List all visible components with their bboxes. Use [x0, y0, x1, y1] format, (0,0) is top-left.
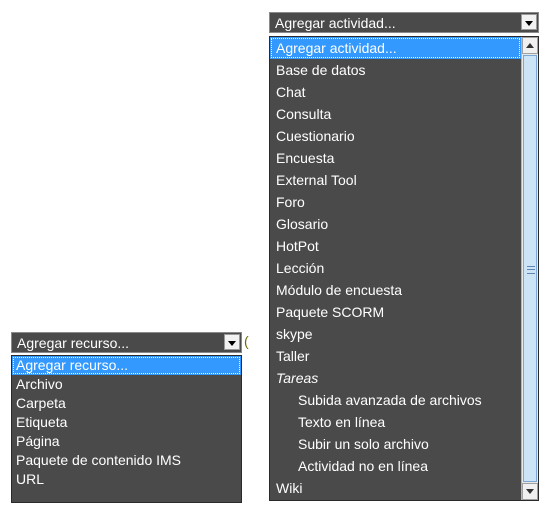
resource-dropdown-list[interactable]: Agregar recurso... Archivo Carpeta Etiqueta… [11, 355, 242, 503]
activity-select[interactable]: Agregar actividad... [269, 12, 539, 33]
activity-option[interactable]: HotPot [270, 235, 521, 257]
activity-option[interactable]: Actividad no en línea [270, 455, 521, 477]
activity-option[interactable]: Foro [270, 191, 521, 213]
activity-option[interactable]: Consulta [270, 103, 521, 125]
activity-select-value: Agregar actividad... [275, 15, 396, 31]
scroll-thumb[interactable] [523, 55, 537, 482]
activity-option[interactable]: Wiki [270, 477, 521, 499]
resource-select-value: Agregar recurso... [17, 335, 130, 351]
activity-option[interactable]: Módulo de encuesta [270, 279, 521, 301]
activity-option[interactable]: Agregar actividad... [270, 37, 521, 59]
resource-select[interactable]: Agregar recurso... [11, 332, 242, 353]
activity-option[interactable]: Glosario [270, 213, 521, 235]
resource-option[interactable]: Paquete de contenido IMS [12, 451, 241, 470]
resource-option[interactable]: Archivo [12, 375, 241, 394]
resource-option[interactable]: Etiqueta [12, 413, 241, 432]
resource-option[interactable]: Carpeta [12, 394, 241, 413]
activity-dropdown-list[interactable]: Agregar actividad... Base de datos Chat Con… [269, 36, 539, 501]
activity-option[interactable]: Paquete SCORM [270, 301, 521, 323]
activity-option[interactable]: External Tool [270, 169, 521, 191]
activity-option[interactable]: Subir un solo archivo [270, 433, 521, 455]
resource-option[interactable]: Agregar recurso... [12, 356, 241, 375]
scroll-up-icon[interactable] [522, 37, 538, 54]
activity-option[interactable]: Chat [270, 81, 521, 103]
activity-option[interactable]: Cuestionario [270, 125, 521, 147]
resource-option[interactable]: URL [12, 470, 241, 489]
activity-option[interactable]: Lección [270, 257, 521, 279]
activity-option[interactable]: Texto en línea [270, 411, 521, 433]
activity-list-scrollbar[interactable] [521, 37, 538, 500]
chevron-down-icon[interactable] [521, 14, 537, 30]
activity-option[interactable]: Taller [270, 345, 521, 367]
resource-option[interactable]: Página [12, 432, 241, 451]
edge-character: ( [244, 333, 249, 349]
activity-option[interactable]: skype [270, 323, 521, 345]
scroll-down-icon[interactable] [522, 483, 538, 500]
activity-option[interactable]: Base de datos [270, 59, 521, 81]
chevron-down-icon[interactable] [224, 334, 240, 350]
activity-group-label: Tareas [276, 370, 319, 386]
activity-option[interactable]: Subida avanzada de archivos [270, 389, 521, 411]
activity-option[interactable]: Encuesta [270, 147, 521, 169]
